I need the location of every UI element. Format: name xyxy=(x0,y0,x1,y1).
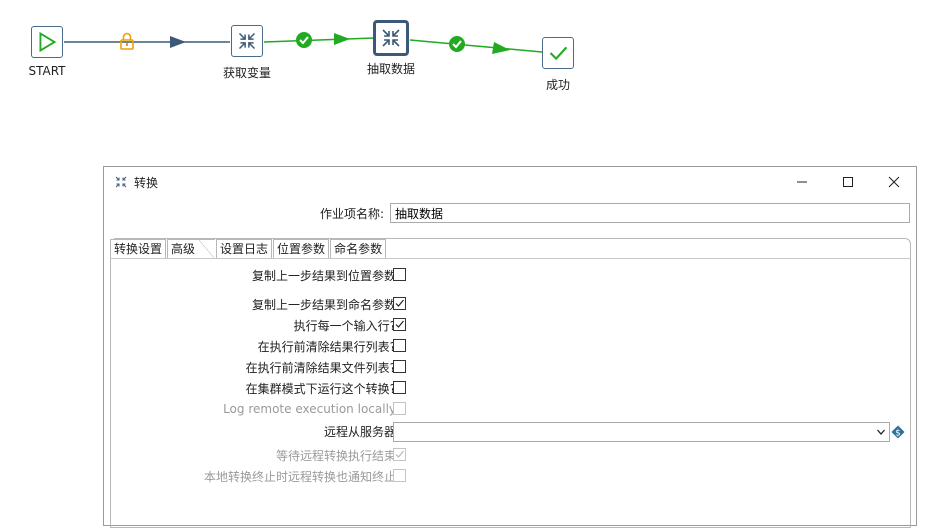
close-icon xyxy=(888,176,900,188)
checkmark-icon xyxy=(395,320,404,328)
dialog-title: 转换 xyxy=(134,176,159,190)
option-label: Log remote execution locally xyxy=(223,402,396,416)
minimize-icon xyxy=(797,181,807,183)
hop-arrow-icon xyxy=(170,36,186,48)
option-label: 复制上一步结果到位置参数 xyxy=(251,268,396,283)
tab-named-params[interactable]: 命名参数 xyxy=(330,239,387,258)
option-label: 复制上一步结果到命名参数 xyxy=(251,297,396,312)
success-node[interactable] xyxy=(542,37,574,69)
play-icon xyxy=(39,31,57,53)
log-remote-locally-checkbox xyxy=(393,402,406,415)
copy-results-to-positional-checkbox[interactable] xyxy=(393,268,406,281)
job-canvas[interactable]: START 获取变量 抽取数据 成功 xyxy=(0,0,942,160)
checkmark-icon xyxy=(395,299,404,307)
tab-divider xyxy=(110,258,911,259)
transformation-icon xyxy=(238,32,256,50)
execute-every-row-checkbox[interactable] xyxy=(393,318,406,331)
tab-advanced[interactable]: 高级 xyxy=(167,239,216,259)
option-row: 复制上一步结果到位置参数 xyxy=(252,267,396,283)
checkmark-icon xyxy=(395,450,404,458)
transformation-icon xyxy=(382,29,400,47)
option-label: 执行每一个输入行? xyxy=(293,318,396,333)
wait-remote-finish-checkbox xyxy=(393,448,406,461)
checkmark-icon xyxy=(549,46,568,61)
hop-extract-success xyxy=(409,39,543,53)
clear-result-rows-checkbox[interactable] xyxy=(393,339,406,352)
dialog-titlebar[interactable]: 转换 xyxy=(104,167,916,197)
run-clustered-checkbox[interactable] xyxy=(393,381,406,394)
option-row: 执行每一个输入行? xyxy=(294,317,396,333)
remote-slave-select[interactable] xyxy=(393,422,890,442)
tab-panel xyxy=(110,238,911,528)
transformation-icon xyxy=(115,176,127,188)
option-label: 本地转换终止时远程转换也通知终止 xyxy=(203,469,396,484)
hop-arrow-icon xyxy=(492,42,510,54)
get-variables-node[interactable] xyxy=(231,25,263,57)
start-node[interactable] xyxy=(31,26,63,58)
success-check-icon xyxy=(296,32,312,48)
chevron-down-icon xyxy=(877,429,885,435)
option-row: 等待远程转换执行结束 xyxy=(276,447,396,463)
maximize-icon xyxy=(843,177,853,187)
extract-data-node-label: 抽取数据 xyxy=(366,62,416,76)
get-variables-node-label: 获取变量 xyxy=(222,66,272,80)
option-label: 在集群模式下运行这个转换? xyxy=(245,381,396,396)
maximize-button[interactable] xyxy=(828,171,868,193)
option-row: 复制上一步结果到命名参数 xyxy=(252,296,396,312)
option-row: 本地转换终止时远程转换也通知终止 xyxy=(204,468,396,484)
tab-bar: 转换设置 高级 设置日志 位置参数 命名参数 xyxy=(110,239,387,259)
notify-remote-stop-checkbox xyxy=(393,469,406,482)
tab-logging[interactable]: 设置日志 xyxy=(216,239,273,258)
svg-text:$: $ xyxy=(895,429,901,439)
option-label: 等待远程转换执行结束 xyxy=(275,448,396,463)
extract-data-node[interactable] xyxy=(373,20,409,56)
option-row: Log remote execution locally xyxy=(223,401,396,417)
option-row: 在集群模式下运行这个转换? xyxy=(246,380,396,396)
hop-arrow-icon xyxy=(334,33,350,45)
remote-slave-label: 远程从服务器 xyxy=(323,424,396,439)
minimize-button[interactable] xyxy=(782,171,822,193)
hops-layer xyxy=(64,32,543,54)
hop-getvars-extract xyxy=(263,37,375,43)
option-row: 远程从服务器 xyxy=(324,423,396,439)
success-node-label: 成功 xyxy=(545,78,571,92)
option-label: 在执行前清除结果文件列表? xyxy=(245,360,396,375)
tab-transformation-settings[interactable]: 转换设置 xyxy=(110,239,167,258)
option-row: 在执行前清除结果行列表? xyxy=(258,338,396,354)
option-label: 在执行前清除结果行列表? xyxy=(257,339,396,354)
job-name-input[interactable] xyxy=(390,203,910,223)
start-node-label: START xyxy=(28,64,66,78)
option-row: 在执行前清除结果文件列表? xyxy=(246,359,396,375)
transformation-dialog: 转换 作业项名称: 转换设置 高级 设置日志 位置参数 命名参数 复制上一步结果… xyxy=(103,166,917,528)
success-check-icon xyxy=(449,36,465,52)
copy-results-to-named-checkbox[interactable] xyxy=(393,297,406,310)
job-name-label: 作业项名称: xyxy=(319,207,384,221)
tab-positional-params[interactable]: 位置参数 xyxy=(273,239,330,258)
close-button[interactable] xyxy=(874,171,914,193)
clear-result-files-checkbox[interactable] xyxy=(393,360,406,373)
variable-icon[interactable]: $ xyxy=(891,425,905,439)
